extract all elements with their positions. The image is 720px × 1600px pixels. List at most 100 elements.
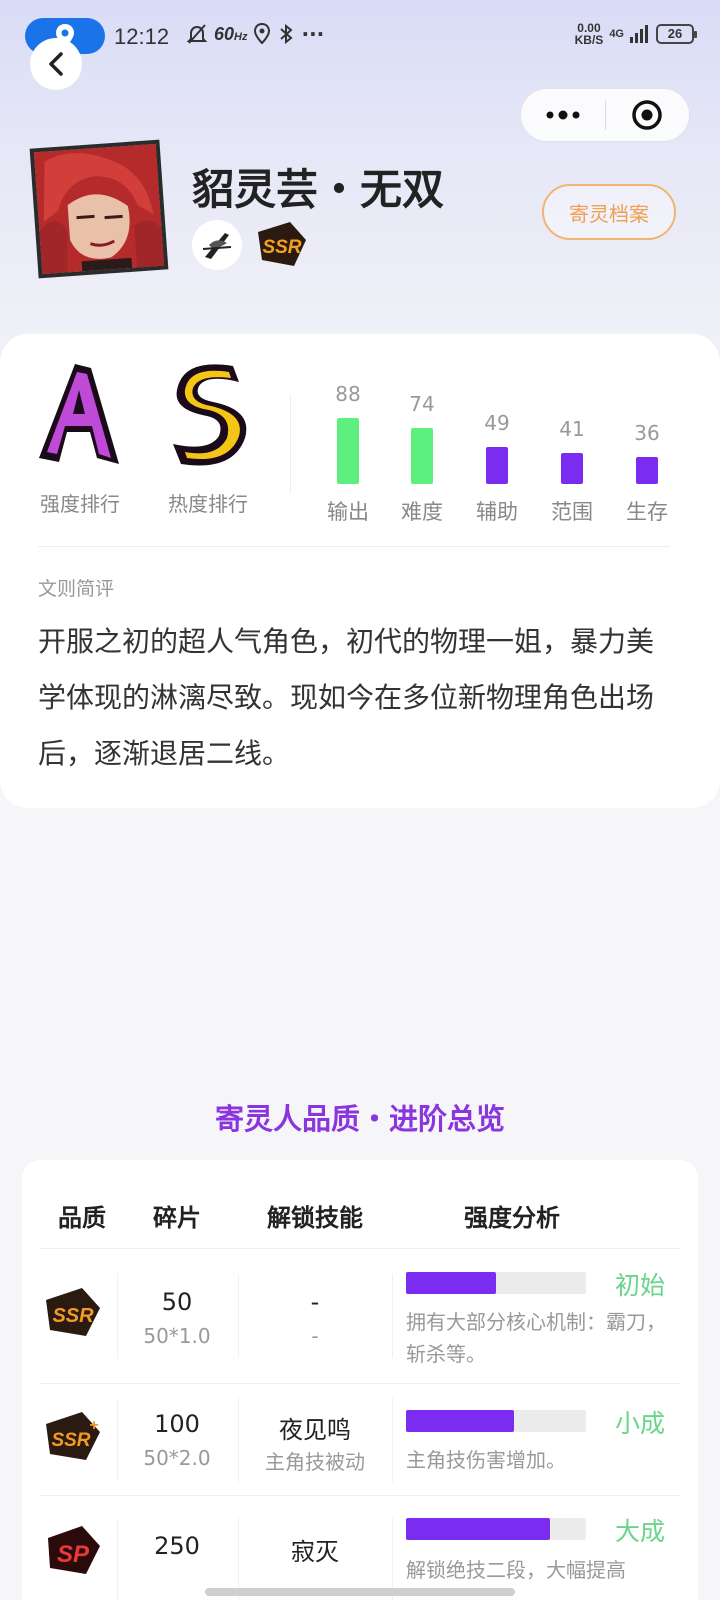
strength-bar-fill — [406, 1518, 550, 1540]
strength-bar — [406, 1410, 586, 1432]
stat-label: 生存 — [626, 500, 668, 524]
stat-bar — [636, 457, 658, 484]
more-dots-icon — [546, 110, 580, 120]
signal-icon — [630, 25, 648, 43]
header-quality: 品质 — [58, 1204, 106, 1232]
archive-button[interactable]: 寄灵档案 — [542, 184, 676, 240]
stat-value: 88 — [335, 382, 361, 406]
strength-bar-fill — [406, 1272, 496, 1294]
status-bar: 12:12 60Hz ··· 0.00 KB/S 4G 26 — [0, 0, 720, 74]
back-button[interactable] — [30, 38, 82, 90]
header-unlock-skill: 解锁技能 — [267, 1204, 363, 1232]
chevron-left-icon — [49, 52, 63, 76]
stat-3: 41 范围 — [542, 334, 602, 534]
column-divider — [117, 1274, 118, 1358]
battery-indicator: 26 — [656, 24, 697, 44]
strength-bar — [406, 1518, 586, 1540]
blade-emblem-icon — [202, 233, 232, 259]
svg-text:+: + — [89, 1417, 98, 1434]
svg-text:SSR: SSR — [51, 1430, 90, 1451]
card-divider — [38, 546, 670, 547]
class-badge — [192, 220, 242, 270]
tier-label: 初始 — [614, 1271, 665, 1300]
stat-0: 88 输出 — [318, 334, 378, 534]
column-divider — [117, 1518, 118, 1600]
ssr-plus-quality-icon: SSR + — [46, 1412, 100, 1460]
svg-text:SP: SP — [57, 1541, 90, 1568]
stat-bar — [486, 447, 508, 484]
shards-count: 250 — [154, 1532, 200, 1560]
strength-rank-label: 强度排行 — [40, 492, 120, 516]
svg-text:SSR: SSR — [262, 237, 301, 258]
character-portrait-icon — [33, 143, 165, 275]
strength-bar-fill — [406, 1410, 514, 1432]
ssr-badge: SSR — [254, 220, 310, 270]
table-row: SSR 50 50*1.0 - - 初始 拥有大部分核心机制：霸刀，斩杀等。 — [22, 1248, 698, 1384]
strength-bar — [406, 1272, 586, 1294]
skill-name: - — [310, 1288, 320, 1316]
skill-type: 主角技被动 — [265, 1450, 365, 1474]
character-avatar — [29, 139, 169, 279]
network-type: 4G — [609, 28, 624, 40]
stat-label: 范围 — [551, 500, 593, 524]
column-divider — [238, 1398, 239, 1482]
stat-value: 49 — [484, 411, 510, 435]
stat-2: 49 辅助 — [467, 334, 527, 534]
shards-formula: 50*2.0 — [143, 1446, 211, 1470]
gps-icon — [254, 23, 271, 45]
target-close-icon — [632, 100, 662, 130]
overview-card: A 强度排行 S 热度排行 88 输出 74 难度 49 辅助 41 范围 36 生存 文则简评 … — [0, 334, 720, 808]
stat-value: 41 — [559, 417, 585, 441]
stat-label: 辅助 — [476, 500, 518, 524]
grade-s-icon: S — [173, 364, 247, 466]
column-divider — [392, 1274, 393, 1358]
status-time: 12:12 — [114, 24, 170, 49]
close-miniprogram-button[interactable] — [606, 89, 690, 141]
analysis-text: 拥有大部分核心机制：霸刀，斩杀等。 — [406, 1310, 666, 1366]
stat-4: 36 生存 — [617, 334, 677, 534]
shards-count: 50 — [161, 1288, 193, 1316]
svg-text:SSR: SSR — [52, 1305, 94, 1327]
stat-value: 36 — [634, 421, 660, 445]
review-text: 开服之初的超人气角色，初代的物理一姐，暴力美学体现的淋漓尽致。现如今在多位新物理… — [38, 625, 655, 770]
ssr-quality-icon: SSR — [46, 1288, 100, 1336]
skill-name: 寂灭 — [291, 1538, 339, 1566]
header-shards: 碎片 — [153, 1204, 201, 1232]
header-strength-analysis: 强度分析 — [464, 1204, 560, 1232]
ssr-rarity-icon: SSR — [258, 222, 306, 266]
advancement-table: 品质 碎片 解锁技能 强度分析 SSR 50 50*1.0 - - 初始 拥有大… — [22, 1160, 698, 1600]
shards-formula: 50*1.0 — [143, 1324, 211, 1348]
popularity-rank: S 热度排行 — [148, 360, 268, 517]
analysis-text: 主角技伤害增加。 — [406, 1448, 566, 1472]
stat-label: 输出 — [327, 500, 369, 524]
tier-label: 小成 — [614, 1409, 665, 1438]
home-indicator[interactable] — [205, 1588, 515, 1596]
rank-divider — [290, 394, 291, 494]
skill-type: - — [311, 1324, 319, 1348]
shards-count: 100 — [154, 1410, 200, 1438]
refresh-rate: 60Hz — [214, 23, 248, 44]
table-row: SP 250 寂灭 大成 解锁绝技二段，大幅提高 — [22, 1496, 698, 1600]
stat-value: 74 — [409, 392, 435, 416]
stat-bar — [561, 453, 583, 484]
more-options-button[interactable] — [521, 89, 605, 141]
review-title: 文则简评 — [38, 578, 115, 600]
character-name: 貂灵芸・无双 — [192, 165, 445, 214]
column-divider — [238, 1274, 239, 1358]
mute-bell-icon — [186, 24, 208, 44]
bluetooth-icon — [280, 23, 294, 45]
grade-a-icon: A — [39, 364, 119, 464]
analysis-text: 解锁绝技二段，大幅提高 — [406, 1558, 626, 1582]
skill-name: 夜见鸣 — [279, 1416, 351, 1444]
strength-rank: A 强度排行 — [20, 360, 140, 517]
popularity-rank-label: 热度排行 — [168, 492, 248, 516]
table-row: SSR + 100 50*2.0 夜见鸣 主角技被动 小成 主角技伤害增加。 — [22, 1384, 698, 1496]
rank-grade-s: S — [208, 429, 209, 431]
column-divider — [392, 1398, 393, 1482]
stat-bar — [337, 418, 359, 484]
tier-label: 大成 — [614, 1517, 665, 1546]
column-divider — [117, 1398, 118, 1482]
stat-label: 难度 — [401, 500, 443, 524]
miniprogram-capsule — [520, 88, 690, 142]
more-status-icon: ··· — [301, 22, 325, 46]
